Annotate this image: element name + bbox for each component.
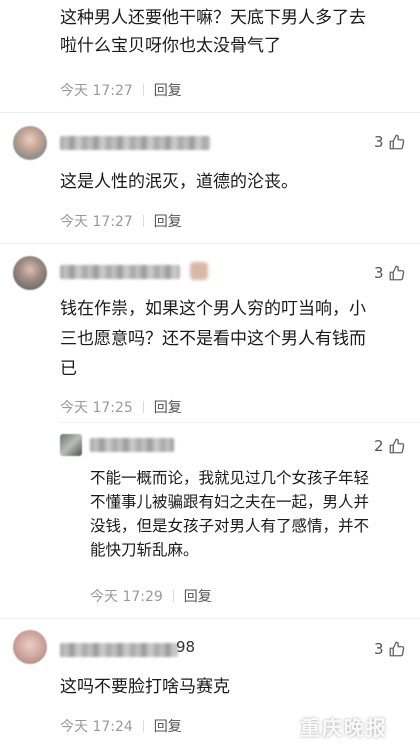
like-button[interactable]: 3 xyxy=(374,264,406,282)
comment-meta: 今天 17:27 回复 xyxy=(60,80,182,100)
avatar[interactable] xyxy=(60,434,82,456)
username-suffix: 98 xyxy=(176,638,196,656)
meta-divider xyxy=(142,401,144,413)
watermark: 重庆晚报 xyxy=(300,716,388,740)
comment-divider xyxy=(0,112,420,113)
username-blurred[interactable] xyxy=(90,438,174,452)
comment-meta: 今天 17:27 回复 xyxy=(60,211,182,231)
meta-divider xyxy=(142,720,144,732)
like-button[interactable]: 3 xyxy=(374,133,406,151)
like-button[interactable]: 3 xyxy=(374,640,406,658)
badge-blurred xyxy=(190,262,208,280)
like-count: 3 xyxy=(374,640,384,658)
like-button[interactable]: 2 xyxy=(374,437,406,455)
comment-meta: 今天 17:25 回复 xyxy=(60,397,182,417)
thumbs-up-icon xyxy=(389,641,404,657)
comment-text: 这吗不要脸打啥马赛克 xyxy=(60,677,230,697)
avatar[interactable] xyxy=(13,630,47,664)
comment-divider xyxy=(0,243,420,244)
meta-divider xyxy=(142,84,144,96)
reply-meta: 今天 17:29 回复 xyxy=(90,586,212,606)
avatar[interactable] xyxy=(13,126,47,160)
comment-text: 这种男人还要他干嘛？天底下男人多了去 啦什么宝贝呀你也太没骨气了 xyxy=(60,8,366,56)
reply-text: 不能一概而论，我就见过几个女孩子年轻 不懂事儿被骗跟有妇之夫在一起，男人并 没钱… xyxy=(90,469,370,559)
thumbs-up-icon xyxy=(389,265,404,281)
thumbs-up-icon xyxy=(389,438,404,454)
like-count: 2 xyxy=(374,437,384,455)
comment-divider xyxy=(0,618,420,619)
username-blurred[interactable] xyxy=(60,136,210,150)
comment-time: 今天 17:27 xyxy=(60,214,133,230)
reply-button[interactable]: 回复 xyxy=(184,586,212,606)
thumbs-up-icon xyxy=(389,134,404,150)
reply-button[interactable]: 回复 xyxy=(154,716,182,736)
comment-text: 钱在作祟，如果这个男人穷的叮当响，小 三也愿意吗？还不是看中这个男人有钱而 已 xyxy=(60,299,366,379)
comment-time: 今天 17:27 xyxy=(60,83,133,99)
reply-button[interactable]: 回复 xyxy=(154,211,182,231)
username-blurred[interactable] xyxy=(60,265,180,279)
reply-button[interactable]: 回复 xyxy=(154,80,182,100)
reply-divider xyxy=(60,422,420,423)
like-count: 3 xyxy=(374,264,384,282)
comment-time: 今天 17:25 xyxy=(60,400,133,416)
meta-divider xyxy=(142,215,144,227)
reply-time: 今天 17:29 xyxy=(90,589,163,605)
comment-time: 今天 17:24 xyxy=(60,719,133,735)
like-count: 3 xyxy=(374,133,384,151)
reply-button[interactable]: 回复 xyxy=(154,397,182,417)
avatar[interactable] xyxy=(13,256,47,290)
meta-divider xyxy=(172,590,174,602)
comment-text: 这是人性的泯灭，道德的沦丧。 xyxy=(60,172,298,192)
comment-meta: 今天 17:24 回复 xyxy=(60,716,182,736)
username-blurred[interactable] xyxy=(60,643,178,657)
